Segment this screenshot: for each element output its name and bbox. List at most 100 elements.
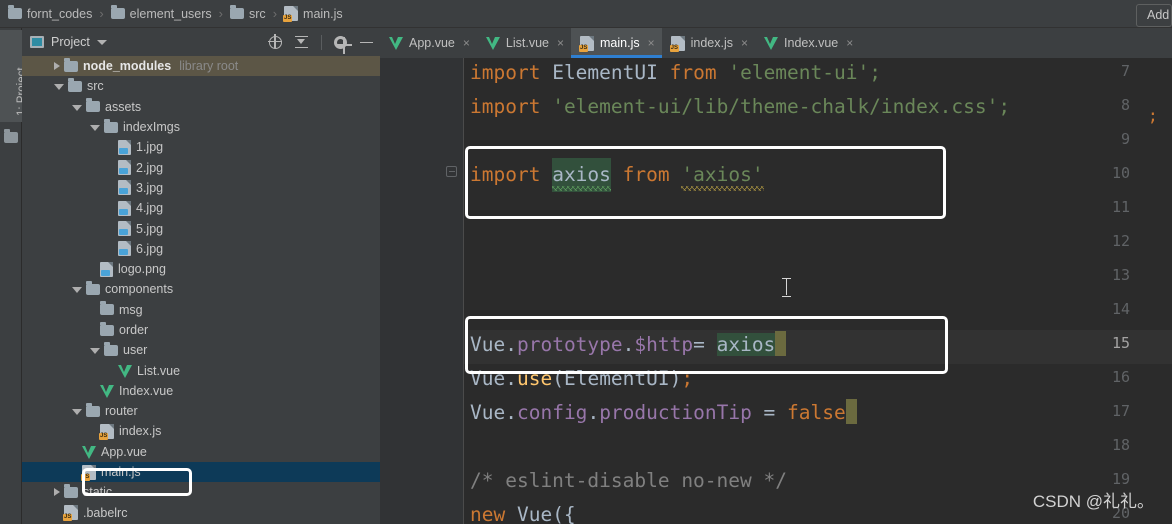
token-production-tip: productionTip xyxy=(599,401,752,424)
folder-icon xyxy=(100,301,114,316)
chevron-down-icon[interactable] xyxy=(90,125,100,132)
gutter-divider xyxy=(463,58,464,524)
token-false: false xyxy=(787,401,846,424)
line-number: 18 xyxy=(1111,436,1130,454)
code-editor[interactable]: 7 8 9 10 11 12 13 14 15 16 17 18 19 20 import Element… xyxy=(380,58,1172,524)
token-vue: Vue xyxy=(470,401,506,424)
image-file-icon xyxy=(118,221,131,237)
token-element-ui-string: 'element-ui'; xyxy=(728,61,881,84)
editor-tab[interactable]: index.js × xyxy=(662,28,755,58)
text-caret-secondary xyxy=(845,399,857,424)
tree-row[interactable]: indexImgs xyxy=(22,117,380,137)
editor-tab-bar[interactable]: App.vue×List.vue×main.js×index.js×Index.… xyxy=(380,28,1172,58)
add-button[interactable]: Add xyxy=(1136,4,1172,27)
tree-row[interactable]: order xyxy=(22,320,380,340)
close-icon[interactable]: × xyxy=(648,36,655,50)
token-vue: Vue xyxy=(470,333,506,356)
folder-icon xyxy=(86,98,100,113)
code-line-8: import 'element-ui/lib/theme-chalk/index… xyxy=(470,90,1010,124)
editor-tab-label: index.js xyxy=(690,36,733,50)
close-icon[interactable]: × xyxy=(557,36,564,50)
token-import: import xyxy=(470,95,541,118)
breadcrumb-item-fornt_codes[interactable]: fornt_codes xyxy=(8,0,92,28)
line-number: 19 xyxy=(1111,470,1130,488)
line-number: 13 xyxy=(1111,266,1130,284)
minimize-icon[interactable] xyxy=(359,35,374,50)
tree-row-label: static xyxy=(83,485,113,500)
token-vue: Vue xyxy=(470,367,506,390)
code-line-20: new Vue({ xyxy=(470,498,576,524)
editor-tab-label: main.js xyxy=(600,36,640,50)
tree-row[interactable]: 6.jpg xyxy=(22,239,380,259)
editor-tab[interactable]: Index.vue × xyxy=(755,28,860,58)
tree-row[interactable]: 2.jpg xyxy=(22,157,380,177)
chevron-down-icon[interactable] xyxy=(96,39,107,45)
chevron-down-icon[interactable] xyxy=(54,84,64,91)
tree-row[interactable]: .babelrc xyxy=(22,503,380,523)
collapse-all-icon[interactable] xyxy=(294,35,309,50)
tree-row[interactable]: Index.vue xyxy=(22,381,380,401)
chevron-down-icon[interactable] xyxy=(90,348,100,355)
close-icon[interactable]: × xyxy=(463,36,470,50)
tree-row[interactable]: 1.jpg xyxy=(22,137,380,157)
tree-row[interactable]: logo.png xyxy=(22,259,380,279)
error-stripe-marker[interactable]: ; xyxy=(1148,106,1158,126)
tree-row[interactable]: 3.jpg xyxy=(22,178,380,198)
tree-row[interactable]: List.vue xyxy=(22,360,380,380)
tree-row-label: 4.jpg xyxy=(136,201,164,216)
close-icon[interactable]: × xyxy=(846,36,853,50)
chevron-down-icon[interactable] xyxy=(72,104,82,111)
chevron-right-icon[interactable] xyxy=(54,62,60,71)
editor-tab[interactable]: main.js × xyxy=(571,28,662,58)
tree-row-label: 5.jpg xyxy=(136,221,164,236)
folder-icon[interactable] xyxy=(4,129,18,143)
editor-tab-label: App.vue xyxy=(409,36,455,50)
tree-row[interactable]: node_modules library root xyxy=(22,56,380,77)
fold-marker-line-10[interactable] xyxy=(446,166,457,177)
tree-row[interactable]: main.js xyxy=(22,461,380,483)
chevron-down-icon[interactable] xyxy=(72,409,82,416)
token-prototype: prototype xyxy=(516,333,623,356)
tree-row[interactable]: msg xyxy=(22,300,380,320)
image-file-icon xyxy=(100,261,113,277)
line-number: 11 xyxy=(1111,198,1130,216)
ide-window: fornt_codes › element_users › src › main… xyxy=(0,0,1172,524)
close-icon[interactable]: × xyxy=(741,36,748,50)
tree-row[interactable]: static xyxy=(22,482,380,502)
breadcrumb-item-element_users[interactable]: element_users xyxy=(110,0,212,28)
breadcrumb-item-src[interactable]: src xyxy=(230,0,266,28)
tree-row[interactable]: user xyxy=(22,340,380,360)
tree-row[interactable]: index.js xyxy=(22,421,380,441)
project-file-tree[interactable]: node_modules library root src assets indexIm… xyxy=(22,56,380,524)
token-elementui: ElementUI xyxy=(563,367,670,390)
tree-row[interactable]: assets xyxy=(22,97,380,117)
project-panel-header: Project xyxy=(22,28,380,56)
tree-row-note: library root xyxy=(179,59,239,74)
code-line-15: Vue.prototype.$http= axios xyxy=(470,328,787,362)
chevron-down-icon[interactable] xyxy=(72,287,82,294)
tree-row[interactable]: components xyxy=(22,279,380,299)
tree-row[interactable]: App.vue xyxy=(22,442,380,462)
chevron-right-icon[interactable] xyxy=(54,488,60,497)
tree-row[interactable]: 4.jpg xyxy=(22,198,380,218)
breadcrumb-item-main-js[interactable]: main.js xyxy=(283,0,343,28)
tree-row[interactable]: router xyxy=(22,401,380,421)
editor-tab[interactable]: List.vue × xyxy=(477,28,571,58)
folder-icon xyxy=(86,280,100,295)
tool-window-button-project[interactable]: 1: Project xyxy=(0,30,28,122)
folder-icon xyxy=(86,402,100,417)
tree-row[interactable]: 5.jpg xyxy=(22,218,380,238)
token-eslint-comment: /* eslint-disable no-new */ xyxy=(470,469,787,492)
token-http: $http xyxy=(634,333,694,356)
breadcrumb: fornt_codes › element_users › src › main… xyxy=(0,0,1172,28)
token-from: from xyxy=(669,61,717,84)
breadcrumb-separator: › xyxy=(272,6,278,21)
locate-icon[interactable] xyxy=(267,34,282,49)
line-number-gutter xyxy=(380,58,464,524)
editor-tab[interactable]: App.vue × xyxy=(380,28,477,58)
breadcrumb-label: element_users xyxy=(129,6,212,21)
tree-row-label: order xyxy=(119,323,149,337)
line-number: 10 xyxy=(1111,164,1130,182)
tree-row[interactable]: src xyxy=(22,76,380,96)
gear-icon[interactable] xyxy=(334,35,352,54)
